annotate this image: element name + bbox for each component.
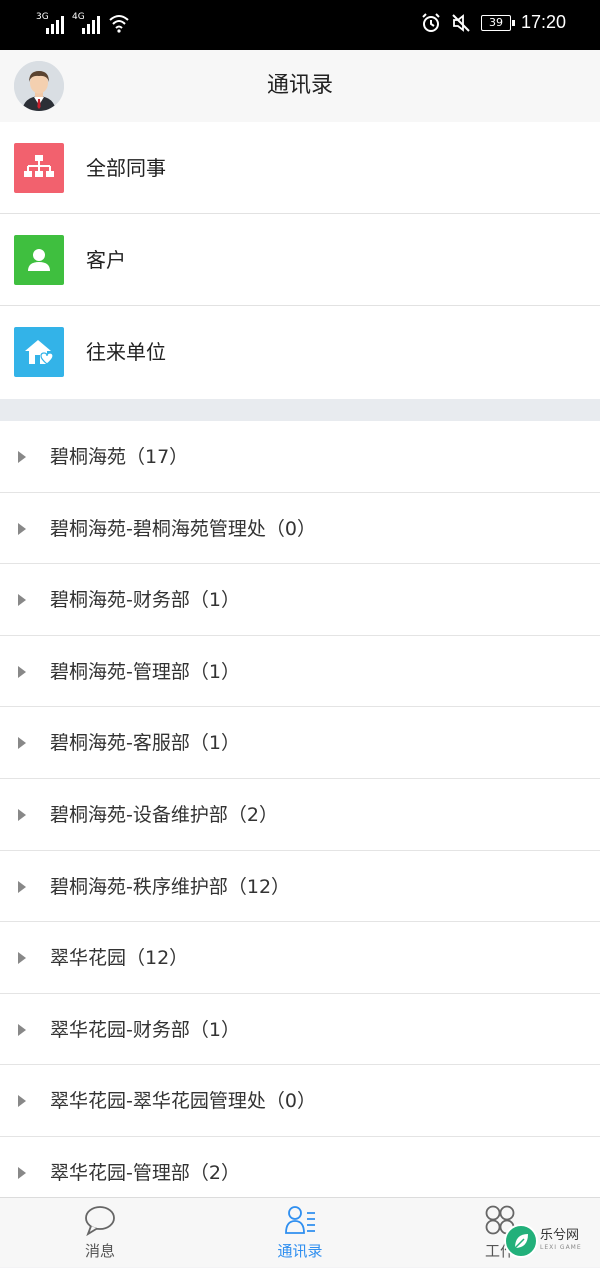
expand-arrow-icon[interactable] [18, 1095, 26, 1108]
expand-arrow-icon[interactable] [18, 952, 26, 965]
department-row[interactable]: 碧桐海苑-客服部（1） [0, 707, 600, 779]
department-row[interactable]: 翠华花园（12） [0, 922, 600, 994]
department-name: 翠华花园-财务部（1） [50, 1018, 240, 1041]
department-name: 碧桐海苑（17） [50, 446, 189, 468]
department-list: 碧桐海苑（17） 碧桐海苑-碧桐海苑管理处（0） 碧桐海苑-财务部（1） 碧桐海… [0, 421, 600, 1197]
department-name: 翠华花园（12） [50, 947, 189, 970]
watermark-logo-icon [504, 1224, 538, 1258]
section-separator [0, 399, 600, 421]
org-chart-icon [14, 143, 64, 193]
department-row[interactable]: 碧桐海苑-秩序维护部（12） [0, 851, 600, 923]
header: 通讯录 [0, 50, 600, 122]
expand-arrow-icon[interactable] [18, 737, 26, 750]
watermark-subtext: LEXI GAME [540, 1244, 582, 1251]
department-row[interactable]: 碧桐海苑-碧桐海苑管理处（0） [0, 493, 600, 565]
department-name: 碧桐海苑-设备维护部（2） [50, 804, 278, 826]
department-name: 碧桐海苑-碧桐海苑管理处（0） [50, 517, 316, 540]
tab-label: 通讯录 [277, 1242, 323, 1260]
department-name: 碧桐海苑-秩序维护部（12） [50, 875, 291, 898]
tab-contacts[interactable]: 通讯录 [240, 1198, 360, 1268]
cellular-4g-icon: 4G [72, 12, 102, 34]
expand-arrow-icon[interactable] [18, 809, 26, 821]
avatar[interactable] [14, 61, 64, 111]
tab-messages[interactable]: 消息 [40, 1198, 160, 1268]
watermark: 乐兮网 LEXI GAME [502, 1222, 600, 1267]
alarm-icon [422, 12, 440, 32]
chat-bubble-icon [85, 1206, 115, 1236]
department-row[interactable]: 碧桐海苑（17） [0, 421, 600, 493]
category-list: 全部同事 客户 往来单位 [0, 122, 600, 399]
cellular-3g-icon: 3G [36, 12, 66, 34]
battery-icon: 39 [480, 14, 515, 31]
department-row[interactable]: 翠华花园-财务部（1） [0, 994, 600, 1066]
page-title: 通讯录 [266, 73, 333, 98]
clock: 17:20 [520, 12, 566, 32]
department-name: 翠华花园-翠华花园管理处（0） [50, 1090, 316, 1113]
expand-arrow-icon[interactable] [18, 1023, 26, 1036]
department-name: 翠华花园-管理部（2） [50, 1162, 240, 1184]
watermark-text: 乐兮网 [540, 1228, 580, 1243]
department-row[interactable]: 翠华花园-翠华花园管理处（0） [0, 1065, 600, 1137]
status-bar: 3G 4G 39 17:20 [0, 0, 600, 50]
department-row[interactable]: 翠华花园-管理部（2） [0, 1137, 600, 1197]
expand-arrow-icon[interactable] [18, 1167, 26, 1179]
user-avatar-icon [14, 61, 64, 111]
contacts-icon [285, 1206, 315, 1234]
category-label: 客户 [86, 248, 126, 272]
category-label: 往来单位 [86, 340, 166, 364]
category-label: 全部同事 [86, 156, 166, 180]
department-row[interactable]: 碧桐海苑-财务部（1） [0, 564, 600, 636]
department-row[interactable]: 碧桐海苑-设备维护部（2） [0, 779, 600, 851]
mute-icon [452, 13, 470, 32]
expand-arrow-icon[interactable] [18, 522, 26, 535]
category-customers[interactable]: 客户 [0, 214, 600, 306]
category-partner-units[interactable]: 往来单位 [0, 306, 600, 398]
department-name: 碧桐海苑-管理部（1） [50, 660, 240, 683]
tab-label: 消息 [84, 1242, 115, 1260]
expand-arrow-icon[interactable] [18, 665, 26, 678]
department-name: 碧桐海苑-客服部（1） [50, 732, 240, 755]
person-icon [14, 235, 64, 285]
expand-arrow-icon[interactable] [18, 594, 26, 607]
category-all-colleagues[interactable]: 全部同事 [0, 122, 600, 214]
department-row[interactable]: 碧桐海苑-管理部（1） [0, 636, 600, 708]
house-heart-icon [14, 327, 64, 377]
expand-arrow-icon[interactable] [18, 880, 26, 893]
department-name: 碧桐海苑-财务部（1） [50, 589, 240, 612]
expand-arrow-icon[interactable] [18, 451, 26, 463]
wifi-icon [109, 15, 129, 33]
